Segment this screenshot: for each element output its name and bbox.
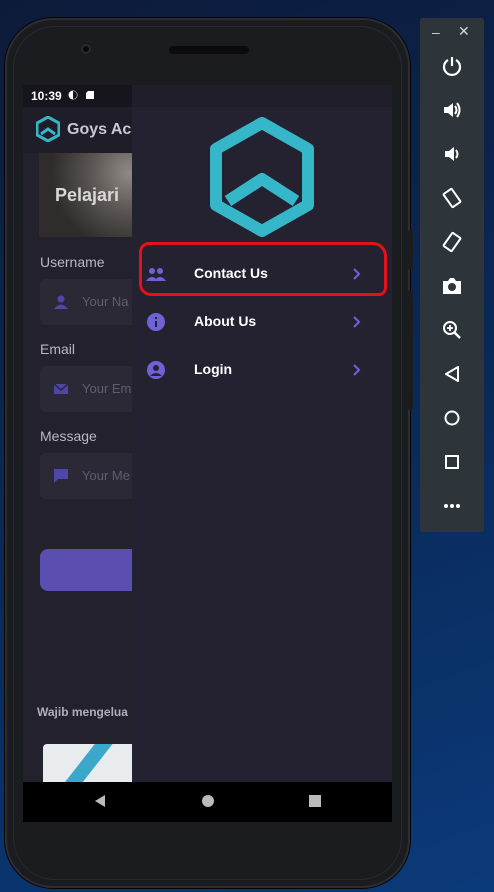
back-button[interactable] xyxy=(437,359,467,389)
phone-side-button xyxy=(408,230,413,270)
email-label: Email xyxy=(40,341,76,357)
zoom-in-icon xyxy=(443,321,461,339)
rotate-left-button[interactable] xyxy=(437,183,467,213)
volume-down-button[interactable] xyxy=(437,139,467,169)
account-circle-icon xyxy=(147,361,165,379)
banner-text: Pelajari xyxy=(55,185,120,205)
emulator-toolbar: – ✕ xyxy=(420,18,484,532)
volume-up-button[interactable] xyxy=(437,95,467,125)
drawer-status-area xyxy=(132,85,392,107)
system-nav-bar xyxy=(23,782,392,822)
footer-text: Wajib mengelua xyxy=(37,705,128,719)
device-screen: 10:39 Goys Aca Pelajari Username Your Na… xyxy=(23,85,392,782)
earpiece-speaker xyxy=(169,46,249,54)
chevron-right-icon xyxy=(353,364,361,376)
status-time: 10:39 xyxy=(31,89,62,103)
user-icon xyxy=(54,295,68,309)
camera-icon xyxy=(443,278,461,294)
front-camera xyxy=(81,44,91,54)
people-icon xyxy=(146,268,166,281)
overview-button[interactable] xyxy=(437,447,467,477)
home-icon xyxy=(444,410,460,426)
chevron-right-icon xyxy=(353,316,361,328)
message-placeholder: Your Me xyxy=(82,468,130,483)
close-icon[interactable]: ✕ xyxy=(458,23,470,40)
app-logo-icon xyxy=(36,116,60,142)
more-button[interactable] xyxy=(437,491,467,521)
app-notification-icon xyxy=(68,90,78,100)
email-placeholder: Your Em xyxy=(82,381,132,396)
rotate-right-icon xyxy=(442,231,462,253)
overview-icon xyxy=(445,455,459,469)
power-button[interactable] xyxy=(437,51,467,81)
nav-back-icon[interactable] xyxy=(93,794,107,808)
app-title: Goys Aca xyxy=(67,121,141,138)
home-button[interactable] xyxy=(437,403,467,433)
message-label: Message xyxy=(40,428,97,444)
sd-card-icon xyxy=(86,91,94,99)
more-icon xyxy=(444,504,460,508)
chevron-right-icon xyxy=(353,268,361,280)
zoom-button[interactable] xyxy=(437,315,467,345)
screenshot-button[interactable] xyxy=(437,271,467,301)
minimize-icon[interactable]: – xyxy=(432,24,440,40)
username-placeholder: Your Na xyxy=(82,294,129,309)
nav-home-icon[interactable] xyxy=(201,794,215,808)
volume-up-icon xyxy=(444,102,461,118)
drawer-item-label: About Us xyxy=(194,313,257,329)
toolbar-title-bar: – ✕ xyxy=(420,18,484,48)
username-label: Username xyxy=(40,254,105,270)
rotate-right-button[interactable] xyxy=(437,227,467,257)
volume-down-icon xyxy=(445,147,459,161)
drawer-item-login[interactable]: Login xyxy=(132,346,392,394)
drawer-logo-icon xyxy=(210,117,314,237)
power-icon xyxy=(442,57,462,76)
drawer-item-label: Login xyxy=(194,361,233,377)
back-icon xyxy=(445,366,459,382)
chat-icon xyxy=(54,469,68,483)
phone-volume-rocker xyxy=(408,290,413,410)
nav-overview-icon[interactable] xyxy=(308,794,322,808)
info-icon xyxy=(147,313,165,331)
drawer-item-about-us[interactable]: About Us xyxy=(132,298,392,346)
navigation-drawer: Contact Us About Us Login xyxy=(132,85,392,782)
drawer-item-contact-us[interactable]: Contact Us xyxy=(132,250,392,298)
drawer-item-label: Contact Us xyxy=(194,265,268,281)
envelope-icon xyxy=(54,383,68,394)
rotate-left-icon xyxy=(442,187,462,209)
